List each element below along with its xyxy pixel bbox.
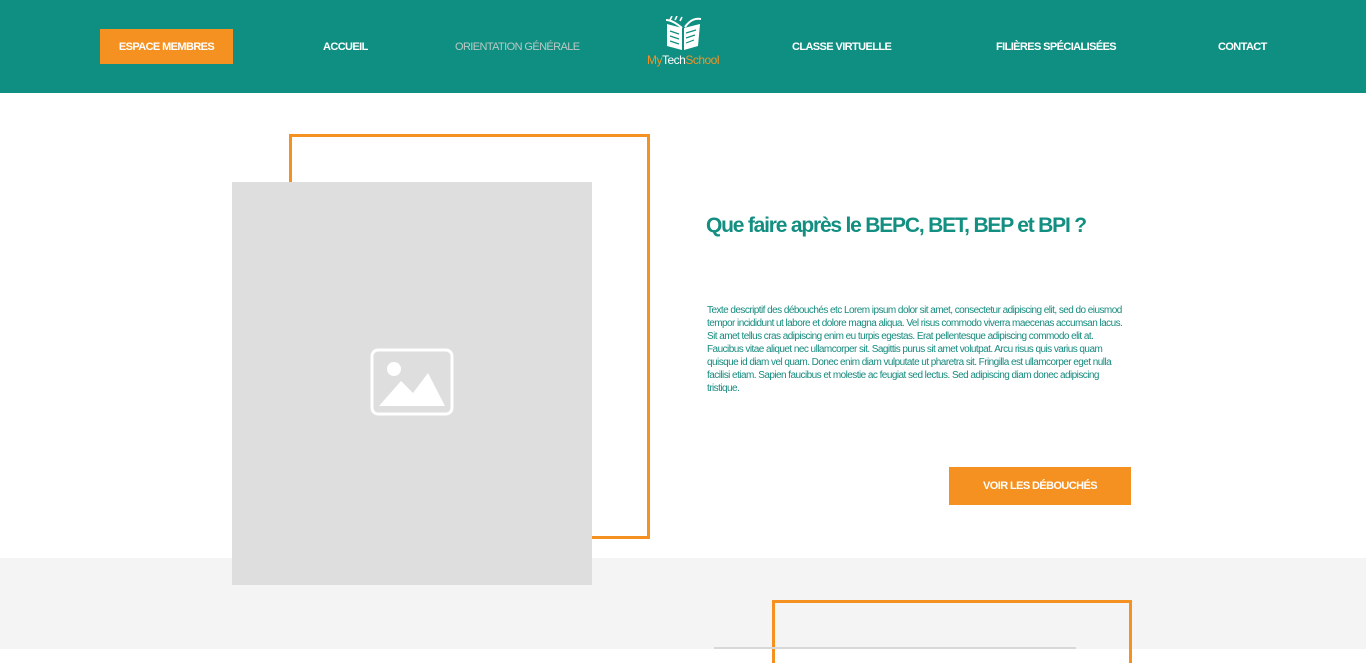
section-description: Texte descriptif des débouchés etc Lorem… [707, 305, 1123, 394]
mytechschool-logo[interactable]: MyTechSchool [638, 16, 728, 72]
logo-wordmark: MyTechSchool [638, 53, 728, 67]
section-title: Que faire après le BEPC, BET, BEP et BPI… [706, 214, 1087, 237]
secondary-section [0, 558, 1366, 649]
image-placeholder-icon [370, 348, 454, 416]
nav-contact[interactable]: CONTACT [1218, 38, 1267, 56]
nav-accueil[interactable]: ACCUEIL [323, 38, 368, 56]
secondary-orange-frame [772, 600, 1132, 663]
nav-filieres-specialisees[interactable]: FILIÈRES SPÉCIALISÉES [996, 38, 1117, 56]
open-book-icon [665, 16, 702, 50]
section-image-placeholder [232, 182, 592, 585]
logo-tech: Tech [661, 53, 686, 67]
site-header: ESPACE MEMBRES ACCUEIL ORIENTATION GÉNÉR… [0, 0, 1366, 93]
logo-my: My [646, 53, 663, 67]
logo-school: School [685, 53, 720, 67]
voir-debouches-button[interactable]: VOIR LES DÉBOUCHÉS [949, 467, 1131, 505]
nav-orientation-generale[interactable]: ORIENTATION GÉNÉRALE [455, 38, 580, 56]
espace-membres-button[interactable]: ESPACE MEMBRES [100, 29, 233, 64]
nav-classe-virtuelle[interactable]: CLASSE VIRTUELLE [792, 38, 892, 56]
